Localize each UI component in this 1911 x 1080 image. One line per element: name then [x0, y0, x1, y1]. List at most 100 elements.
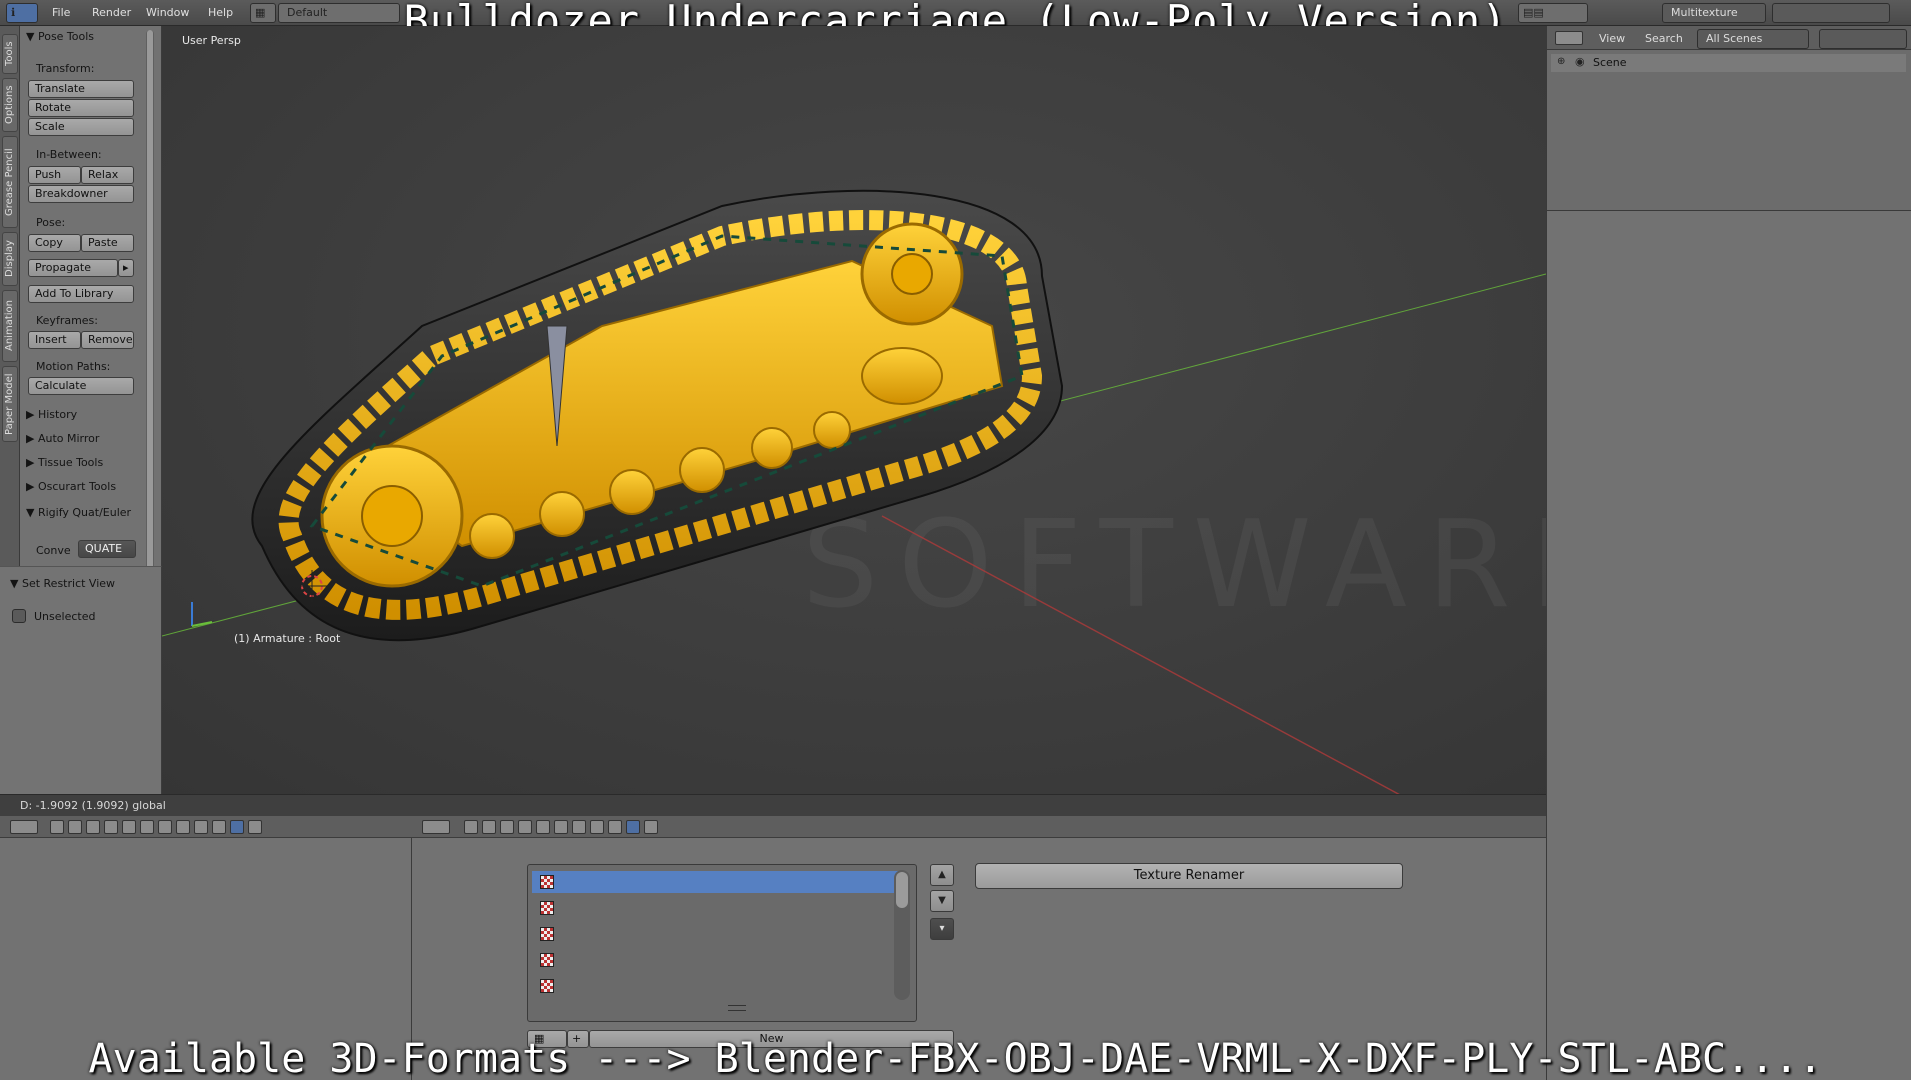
tool-icon-2[interactable] — [68, 820, 82, 834]
layout-select[interactable]: Default — [278, 3, 400, 23]
oscurart-tools-panel[interactable]: ▶ Oscurart Tools — [26, 480, 116, 493]
constraints-tab-icon[interactable] — [554, 820, 568, 834]
outliner-editor-icon[interactable] — [1555, 31, 1583, 45]
tab-paper-model[interactable]: Paper Model — [2, 366, 18, 442]
relax-button[interactable]: Relax — [81, 166, 134, 184]
tab-options[interactable]: Options — [2, 78, 18, 132]
restrict-view-header[interactable]: ▼ Set Restrict View — [10, 577, 115, 590]
outliner-search-menu[interactable]: Search — [1645, 30, 1683, 48]
tool-icon-10[interactable] — [212, 820, 226, 834]
restrict-view-panel: ▼ Set Restrict View Unselected — [0, 566, 162, 794]
conve-select[interactable]: QUATE — [78, 540, 136, 558]
engine-select[interactable] — [1772, 3, 1890, 23]
tool-icon-7[interactable] — [158, 820, 172, 834]
scene-tab-icon[interactable] — [500, 820, 514, 834]
tab-grease-pencil[interactable]: Grease Pencil — [2, 136, 18, 228]
remove-keyframe-button[interactable]: Remove — [81, 331, 134, 349]
layout-icon[interactable]: ▦ — [250, 3, 276, 23]
tissue-tools-label: Tissue Tools — [37, 456, 104, 469]
tool-icon-4[interactable] — [104, 820, 118, 834]
tool-icon-1[interactable] — [50, 820, 64, 834]
texture-slot-row[interactable] — [532, 897, 898, 919]
toolshelf-scroll-thumb[interactable] — [147, 30, 153, 570]
tab-tools[interactable]: Tools — [2, 34, 18, 74]
texture-renamer-button[interactable]: Texture Renamer — [975, 863, 1403, 889]
outliner-row-scene[interactable]: ⊕ ◉ Scene — [1551, 54, 1906, 72]
outliner-search-input[interactable] — [1819, 29, 1907, 49]
menu-window[interactable]: Window — [146, 4, 189, 22]
translate-button[interactable]: Translate — [28, 80, 134, 98]
texture-new-button[interactable]: New — [589, 1030, 954, 1048]
menu-help[interactable]: Help — [208, 4, 233, 22]
rigify-panel[interactable]: ▼ Rigify Quat/Euler — [26, 506, 131, 519]
idler-hub — [361, 485, 423, 547]
properties-editor-icon[interactable] — [422, 820, 450, 834]
breakdowner-button[interactable]: Breakdowner — [28, 185, 134, 203]
move-down-button[interactable]: ▼ — [930, 890, 954, 912]
active-object-label: (1) Armature : Root — [234, 632, 341, 645]
physics-tab-icon[interactable] — [644, 820, 658, 834]
pose-tools-header[interactable]: ▼ Pose Tools — [26, 30, 94, 43]
calculate-button[interactable]: Calculate — [28, 377, 134, 395]
shading-select[interactable]: Multitexture — [1662, 3, 1766, 23]
editor-type-icon[interactable] — [10, 820, 38, 834]
scene-render — [162, 189, 1546, 794]
object-tab-icon[interactable] — [536, 820, 550, 834]
propagate-menu-icon[interactable]: ▸ — [118, 259, 134, 277]
menu-render[interactable]: Render — [92, 4, 131, 22]
texture-slot-row[interactable] — [532, 975, 898, 997]
push-button[interactable]: Push — [28, 166, 81, 184]
tool-icon-3[interactable] — [86, 820, 100, 834]
modifiers-tab-icon[interactable] — [572, 820, 586, 834]
data-tab-icon[interactable] — [590, 820, 604, 834]
display-mode-select[interactable]: All Scenes — [1697, 29, 1809, 49]
motion-paths-label: Motion Paths: — [36, 360, 111, 373]
texture-slot-row[interactable] — [532, 923, 898, 945]
texture-slot-row[interactable] — [532, 871, 898, 893]
tool-icon-6[interactable] — [140, 820, 154, 834]
texture-list-scrollbar[interactable] — [894, 870, 910, 1000]
3d-viewport[interactable]: User Persp SOFTWARE (1) Armature: Root — [162, 26, 1546, 794]
texture-list-scroll-thumb[interactable] — [896, 872, 908, 908]
texture-tab-icon[interactable] — [230, 820, 244, 834]
world-tab-icon[interactable] — [518, 820, 532, 834]
render-tab-icon[interactable] — [464, 820, 478, 834]
paste-pose-button[interactable]: Paste — [81, 234, 134, 252]
texture-checker-icon — [540, 979, 554, 993]
toolshelf-scrollbar[interactable] — [146, 30, 154, 570]
bone-tab-icon[interactable] — [608, 820, 622, 834]
history-panel[interactable]: ▶ History — [26, 408, 77, 421]
texture-slot-row[interactable] — [532, 949, 898, 971]
propagate-button[interactable]: Propagate — [28, 259, 118, 277]
specials-menu-button[interactable]: ▾ — [930, 918, 954, 940]
tool-icon-12[interactable] — [248, 820, 262, 834]
menu-file[interactable]: File — [52, 4, 70, 22]
tab-display[interactable]: Display — [2, 232, 18, 286]
unselected-checkbox[interactable] — [12, 609, 26, 623]
info-editor-icon[interactable]: ℹ — [6, 3, 38, 23]
outliner: View Search All Scenes ⊕ ◉ Scene — [1546, 26, 1911, 210]
tissue-tools-panel[interactable]: ▶ Tissue Tools — [26, 456, 103, 469]
auto-mirror-label: Auto Mirror — [37, 432, 100, 445]
texture-tab-active-icon[interactable] — [626, 820, 640, 834]
tab-animation[interactable]: Animation — [2, 290, 18, 362]
render-layers-icon[interactable]: ▤▤ — [1518, 3, 1588, 23]
rotate-button[interactable]: Rotate — [28, 99, 134, 117]
auto-mirror-panel[interactable]: ▶ Auto Mirror — [26, 432, 99, 445]
layers-tab-icon[interactable] — [482, 820, 496, 834]
tool-icon-9[interactable] — [194, 820, 208, 834]
insert-keyframe-button[interactable]: Insert — [28, 331, 81, 349]
outliner-view-menu[interactable]: View — [1599, 30, 1625, 48]
add-to-library-button[interactable]: Add To Library — [28, 285, 134, 303]
move-up-button[interactable]: ▲ — [930, 864, 954, 886]
scale-button[interactable]: Scale — [28, 118, 134, 136]
expand-icon[interactable]: ⊕ — [1557, 56, 1565, 67]
sprocket-hub — [891, 253, 933, 295]
unselected-label: Unselected — [34, 610, 96, 623]
texture-browse-icon[interactable]: ▦ — [527, 1030, 567, 1048]
tool-icon-5[interactable] — [122, 820, 136, 834]
texture-add-icon[interactable]: + — [567, 1030, 589, 1048]
copy-pose-button[interactable]: Copy — [28, 234, 81, 252]
list-resize-grip[interactable] — [728, 1005, 746, 1011]
tool-icon-8[interactable] — [176, 820, 190, 834]
